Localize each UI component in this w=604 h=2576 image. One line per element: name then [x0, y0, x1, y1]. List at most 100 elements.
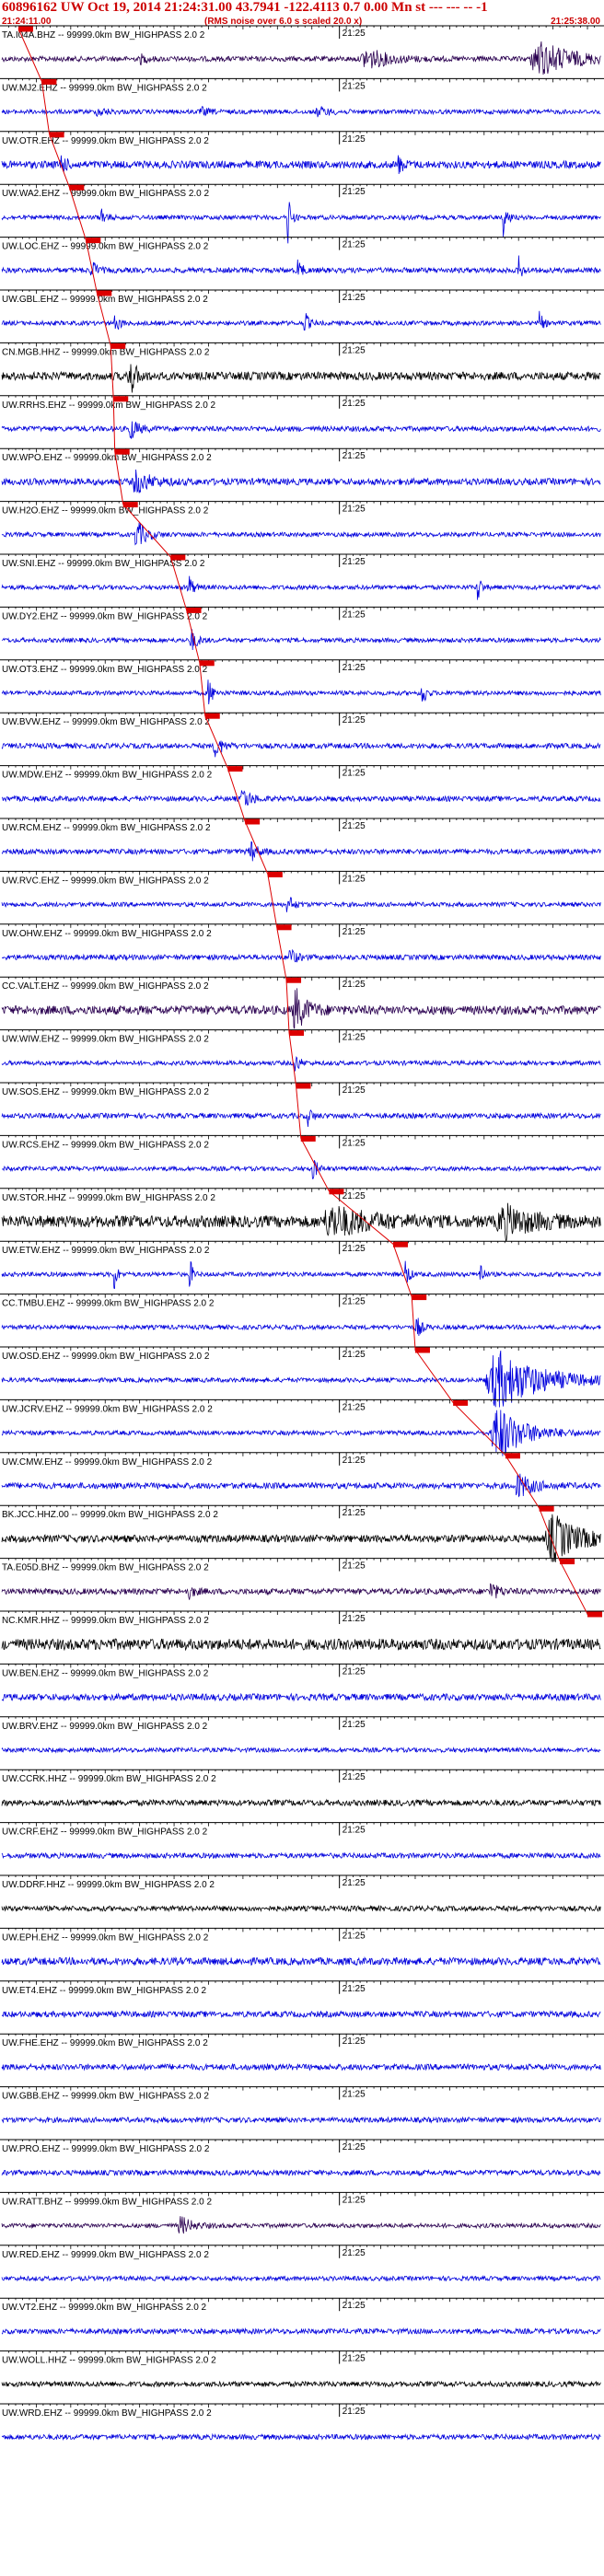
- station-label: UW.RCS.EHZ -- 99999.0km BW_HIGHPASS 2.0 …: [2, 1140, 209, 1150]
- minute-tick-label: 21:25: [343, 345, 366, 355]
- seismogram-traces: 21:25 TA.I04A.BHZ -- 99999.0km BW_HIGHPAS…: [0, 25, 604, 2442]
- pick-marker: [289, 1030, 305, 1037]
- minute-tick-label: 21:25: [343, 134, 366, 145]
- waveform-trace: [1, 2010, 601, 2019]
- minute-tick-label: 21:25: [343, 1720, 366, 1730]
- pick-marker: [587, 1611, 603, 1618]
- waveform-trace: [1, 364, 601, 393]
- station-label: UW.STOR.HHZ -- 99999.0km BW_HIGHPASS 2.0…: [2, 1193, 215, 1203]
- station-label: UW.MDW.EHZ -- 99999.0km BW_HIGHPASS 2.0 …: [2, 771, 213, 781]
- station-label: UW.CMW.EHZ -- 99999.0km BW_HIGHPASS 2.0 …: [2, 1457, 213, 1468]
- minute-tick-label: 21:25: [343, 769, 366, 779]
- minute-tick-label: 21:25: [343, 927, 366, 937]
- minute-tick-label: 21:25: [343, 29, 366, 39]
- minute-tick-label: 21:25: [343, 1244, 366, 1254]
- minute-tick-label: 21:25: [343, 2195, 366, 2205]
- minute-tick-label: 21:25: [343, 1878, 366, 1888]
- minute-tick-label: 21:25: [343, 557, 366, 567]
- minute-tick-label: 21:25: [343, 663, 366, 673]
- minute-tick-label: 21:25: [343, 1350, 366, 1360]
- waveform-trace: [1, 522, 601, 546]
- pick-marker: [86, 238, 101, 244]
- minute-tick-label: 21:25: [343, 2407, 366, 2417]
- station-label: UW.RVC.EHZ -- 99999.0km BW_HIGHPASS 2.0 …: [2, 876, 209, 886]
- station-label: NC.KMR.HHZ -- 99999.0km BW_HIGHPASS 2.0 …: [2, 1616, 209, 1626]
- waveform-trace: [1, 105, 601, 118]
- station-label: UW.VT2.EHZ -- 99999.0km BW_HIGHPASS 2.0 …: [2, 2303, 207, 2313]
- minute-tick-label: 21:25: [343, 1508, 366, 1518]
- minute-tick-label: 21:25: [343, 1402, 366, 1412]
- waveform-trace: [1, 790, 601, 806]
- station-label: UW.SNI.EHZ -- 99999.0km BW_HIGHPASS 2.0 …: [2, 559, 205, 569]
- station-label: TA.E05D.BHZ -- 99999.0km BW_HIGHPASS 2.0…: [2, 1563, 209, 1573]
- station-label: UW.GBB.EHZ -- 99999.0km BW_HIGHPASS 2.0 …: [2, 2092, 209, 2102]
- minute-tick-label: 21:25: [343, 1561, 366, 1572]
- waveform-trace: [1, 1160, 601, 1179]
- station-label: UW.OT3.EHZ -- 99999.0km BW_HIGHPASS 2.0 …: [2, 665, 208, 675]
- minute-tick-label: 21:25: [343, 1666, 366, 1677]
- station-label: UW.OSD.EHZ -- 99999.0km BW_HIGHPASS 2.0 …: [2, 1352, 210, 1362]
- waveform-trace: [1, 1746, 601, 1754]
- station-label: UW.OHW.EHZ -- 99999.0km BW_HIGHPASS 2.0 …: [2, 929, 212, 939]
- minute-tick-label: 21:25: [343, 1297, 366, 1307]
- pick-marker: [114, 448, 130, 455]
- pick-marker: [204, 713, 220, 719]
- waveform-trace: [1, 1317, 601, 1337]
- minute-tick-label: 21:25: [343, 451, 366, 461]
- station-label: UW.BRV.EHZ -- 99999.0km BW_HIGHPASS 2.0 …: [2, 1722, 208, 1732]
- station-label: UW.H2O.EHZ -- 99999.0km BW_HIGHPASS 2.0 …: [2, 506, 209, 516]
- station-label: UW.JCRV.EHZ -- 99999.0km BW_HIGHPASS 2.0…: [2, 1404, 213, 1414]
- station-label: UW.ETW.EHZ -- 99999.0km BW_HIGHPASS 2.0 …: [2, 1246, 210, 1256]
- station-label: UW.WA2.EHZ -- 99999.0km BW_HIGHPASS 2.0 …: [2, 189, 210, 199]
- minute-tick-label: 21:25: [343, 821, 366, 831]
- pick-marker: [300, 1135, 316, 1142]
- station-label: UW.RCM.EHZ -- 99999.0km BW_HIGHPASS 2.0 …: [2, 823, 211, 833]
- station-label: UW.MJ2.EHZ -- 99999.0km BW_HIGHPASS 2.0 …: [2, 83, 207, 93]
- waveform-trace: [1, 740, 601, 758]
- station-label: CC.VALT.EHZ -- 99999.0km BW_HIGHPASS 2.0…: [2, 981, 209, 992]
- waveform-trace: [1, 1514, 601, 1562]
- pick-marker: [412, 1294, 427, 1301]
- minute-tick-label: 21:25: [343, 874, 366, 884]
- waveform-trace: [1, 41, 601, 75]
- waveform-trace: [1, 948, 601, 963]
- minute-tick-label: 21:25: [343, 1033, 366, 1043]
- minute-tick-label: 21:25: [343, 2142, 366, 2152]
- waveform-trace: [1, 155, 601, 175]
- minute-tick-label: 21:25: [343, 1984, 366, 1994]
- station-label: BK.JCC.HHZ.00 -- 99999.0km BW_HIGHPASS 2…: [2, 1510, 218, 1520]
- waveform-trace: [1, 897, 601, 912]
- waveform-trace: [1, 1798, 601, 1807]
- waveform-trace: [1, 2274, 601, 2282]
- pick-marker: [41, 78, 57, 85]
- waveform-trace: [1, 1638, 601, 1652]
- minute-tick-label: 21:25: [343, 980, 366, 990]
- station-label: UW.DDRF.HHZ -- 99999.0km BW_HIGHPASS 2.0…: [2, 1880, 215, 1890]
- pick-marker: [97, 290, 112, 296]
- waveform-trace: [1, 841, 601, 862]
- minute-tick-label: 21:25: [343, 240, 366, 250]
- waveform-trace: [1, 2062, 601, 2071]
- minute-tick-label: 21:25: [343, 1826, 366, 1836]
- pick-marker: [276, 924, 292, 931]
- station-label: CC.TMBU.EHZ -- 99999.0km BW_HIGHPASS 2.0…: [2, 1299, 215, 1309]
- pick-marker: [49, 132, 64, 138]
- pick-marker: [227, 766, 243, 772]
- waveform-trace: [1, 1904, 601, 1913]
- pick-marker: [17, 26, 33, 32]
- minute-tick-label: 21:25: [343, 715, 366, 725]
- pick-marker: [505, 1453, 520, 1459]
- minute-tick-label: 21:25: [343, 1456, 366, 1466]
- pick-marker: [69, 184, 85, 191]
- pick-marker: [267, 871, 283, 877]
- minute-tick-label: 21:25: [343, 505, 366, 515]
- waveform-trace: [1, 1583, 601, 1600]
- waveform-trace: [1, 1473, 601, 1498]
- minute-tick-label: 21:25: [343, 1614, 366, 1624]
- station-label: UW.RRHS.EHZ -- 99999.0km BW_HIGHPASS 2.0…: [2, 400, 216, 411]
- station-label: UW.SOS.EHZ -- 99999.0km BW_HIGHPASS 2.0 …: [2, 1087, 209, 1097]
- waveform-trace: [1, 310, 601, 331]
- station-label: UW.LOC.EHZ -- 99999.0km BW_HIGHPASS 2.0 …: [2, 242, 209, 252]
- station-label: UW.CRF.EHZ -- 99999.0km BW_HIGHPASS 2.0 …: [2, 1828, 208, 1838]
- waveform-trace: [1, 575, 601, 600]
